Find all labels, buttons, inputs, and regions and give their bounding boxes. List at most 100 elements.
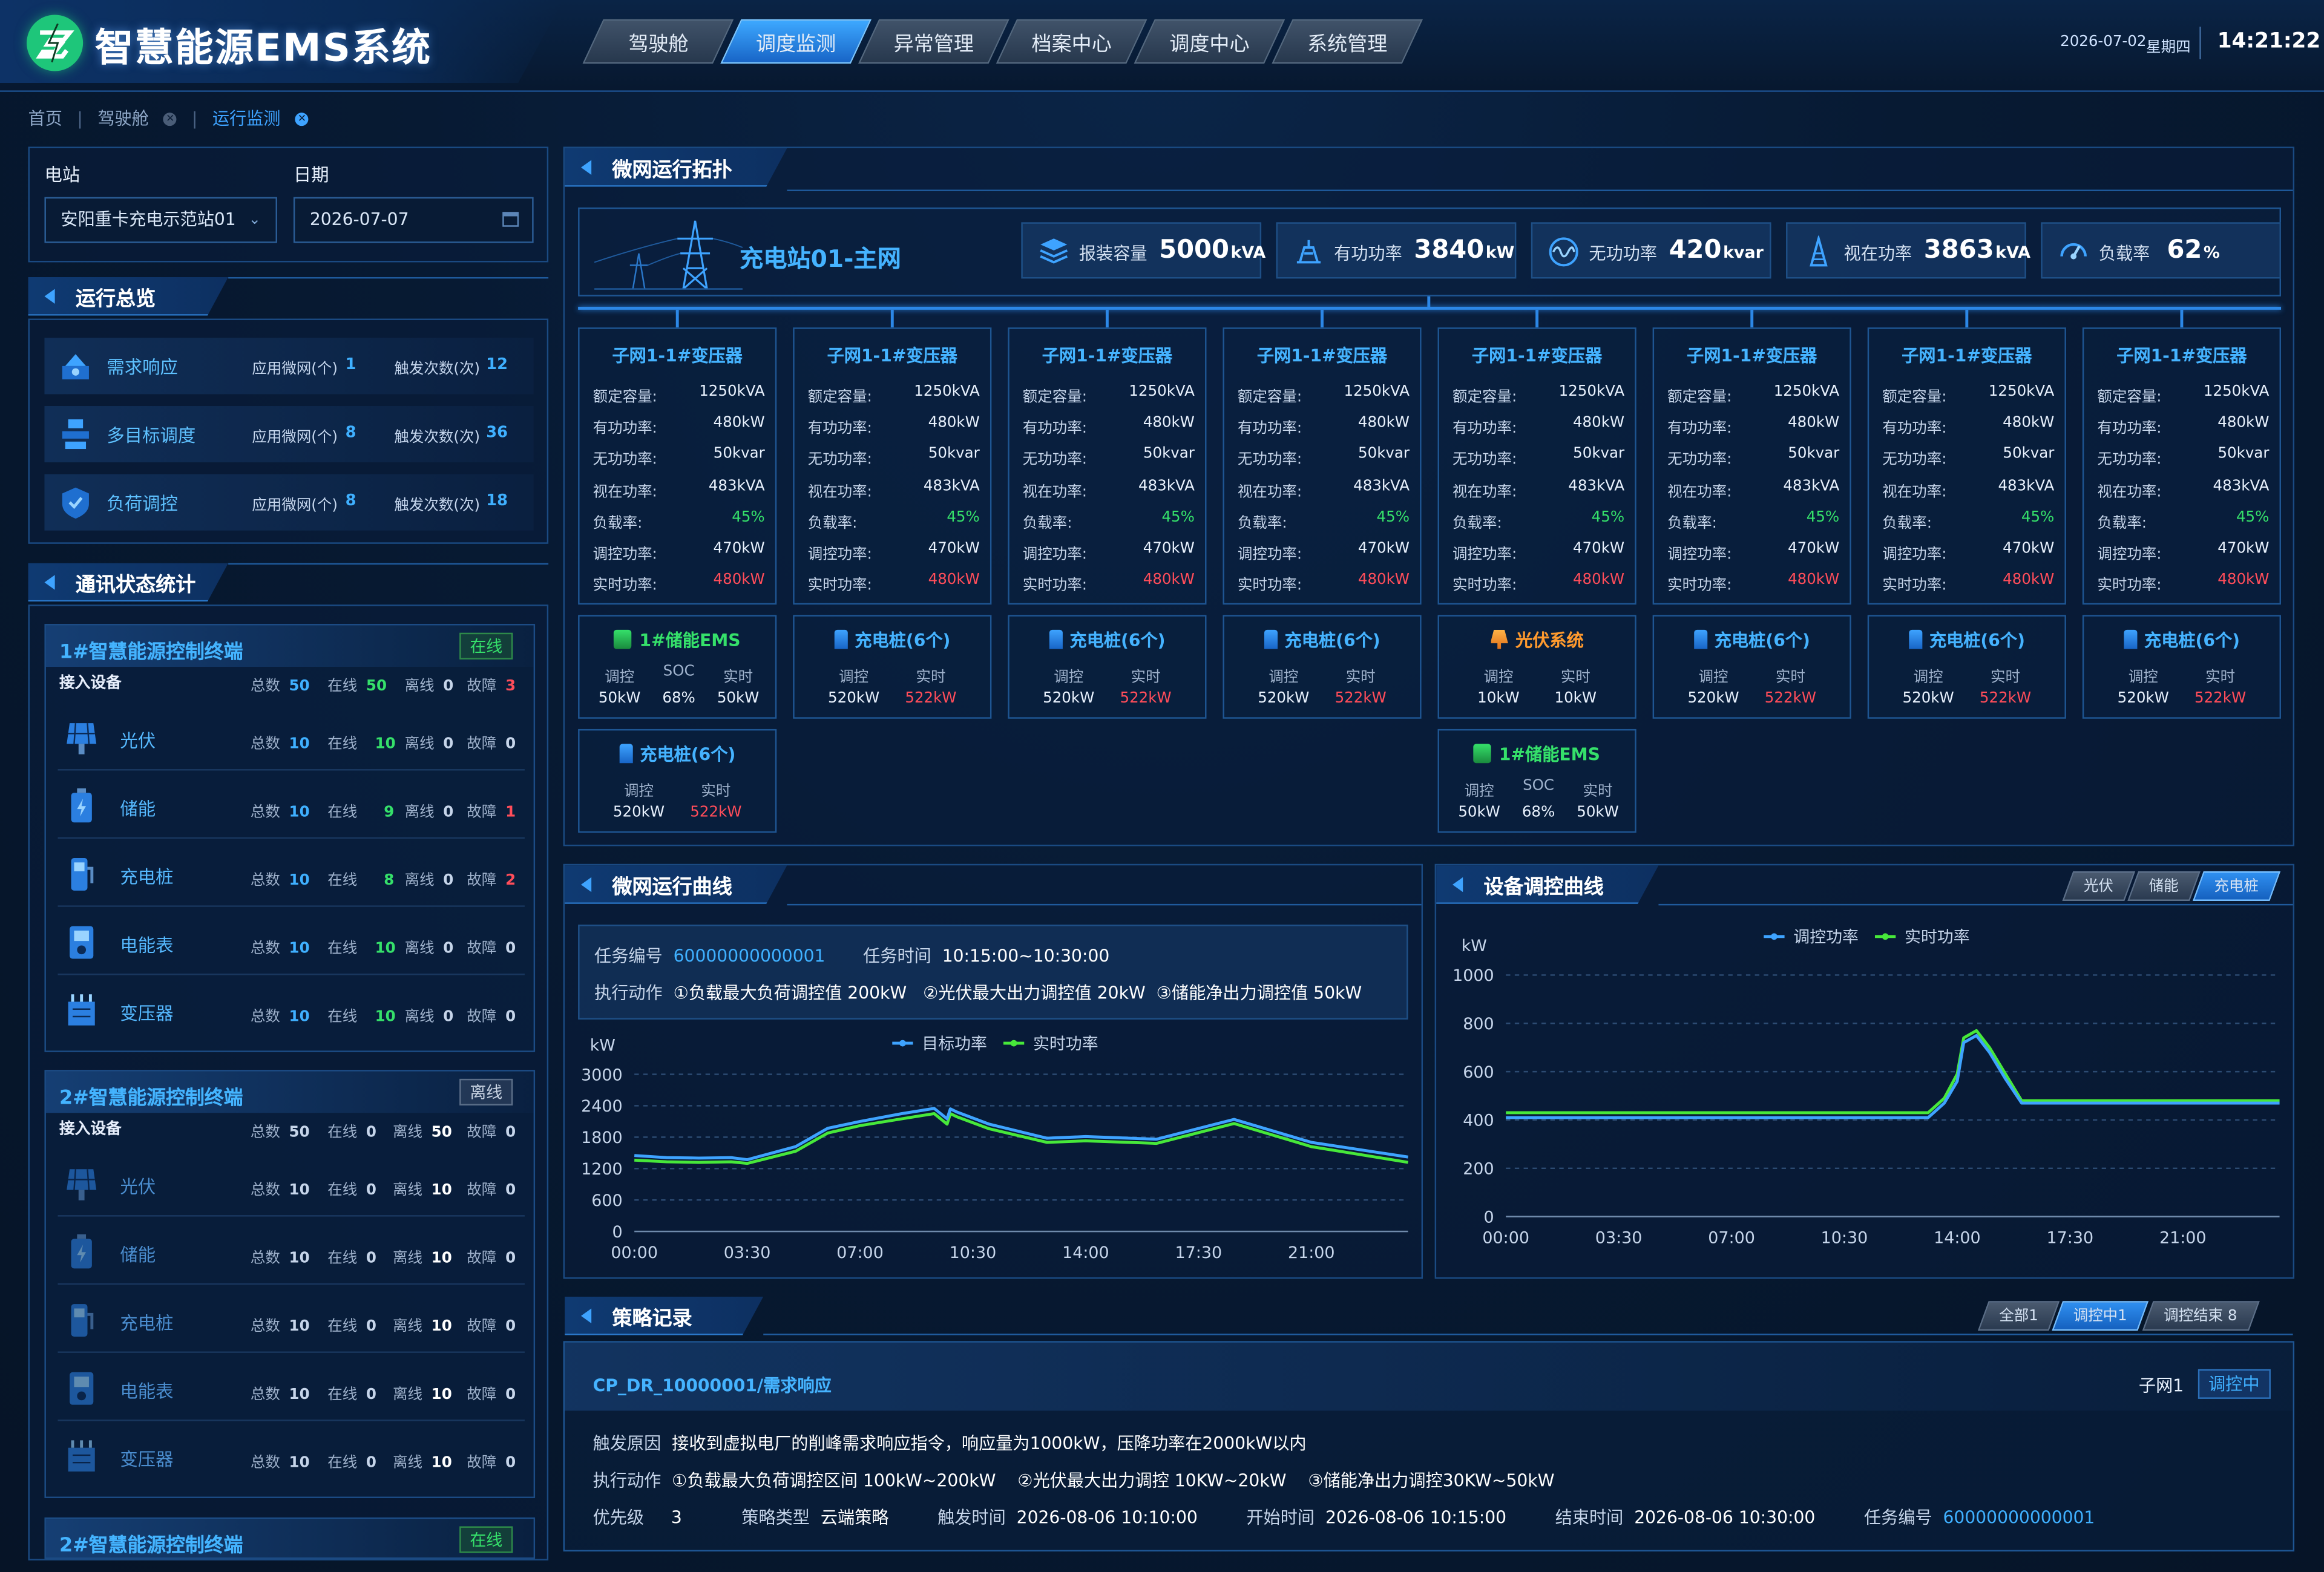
status-badge: 离线 bbox=[459, 1078, 513, 1105]
y-tick-label: 1200 bbox=[581, 1160, 623, 1179]
device-fault: 故障 0 bbox=[467, 1182, 516, 1199]
subgrid-card[interactable]: 子网1-1#变压器 额定容量: 1250kVA 有功功率: 480kW 无功功率: 50kv… bbox=[578, 327, 777, 605]
device-card-title: 光伏系统 bbox=[1439, 628, 1635, 652]
device-card[interactable]: 充电桩(6个) 调控 520kW 实时 522kW bbox=[1652, 615, 1851, 719]
nav-cockpit[interactable]: 驾驶舱 bbox=[582, 19, 734, 64]
overview-row-demand[interactable]: 需求响应 应用微网(个) 1 触发次数(次) 12 bbox=[44, 338, 534, 395]
device-card[interactable]: 充电桩(6个) 调控 520kW 实时 522kW bbox=[2082, 615, 2282, 719]
device-metric-label: 实时 bbox=[1131, 669, 1161, 686]
device-metric-value: 520kW bbox=[1043, 690, 1095, 707]
tab-in-control[interactable]: 调控中1 bbox=[2052, 1301, 2150, 1331]
top-header: 智慧能源EMS系统 驾驶舱 调度监测 异常管理 档案中心 调度中心 系统管理 2… bbox=[0, 0, 2324, 92]
date-picker[interactable]: 2026-07-07 bbox=[293, 197, 534, 243]
device-card[interactable]: 1#储能EMS 调控 50kW SOC 68% 实时 50kW bbox=[1437, 729, 1636, 833]
device-total: 总数 10 bbox=[250, 873, 310, 889]
device-metric-value: 520kW bbox=[2117, 690, 2169, 707]
task-row: 任务编号 60000000000001 任务时间 10:15:00~10:30:… bbox=[594, 945, 1110, 966]
charger-icon bbox=[834, 629, 848, 649]
station-select[interactable]: 安阳重卡充电示范站01 ⌄ bbox=[44, 197, 277, 243]
subgrid-title: 子网1-1#变压器 bbox=[1042, 345, 1173, 366]
device-fault: 故障 2 bbox=[467, 873, 516, 889]
x-tick-label: 17:30 bbox=[1175, 1243, 1223, 1262]
bus-connector bbox=[890, 309, 894, 328]
device-metric-value: 520kW bbox=[1258, 690, 1310, 707]
device-card-title: 1#储能EMS bbox=[1439, 742, 1635, 766]
close-icon[interactable]: ✕ bbox=[295, 111, 309, 125]
device-card[interactable]: 充电桩(6个) 调控 520kW 实时 522kW bbox=[1223, 615, 1422, 719]
strategy-meta: 优先级 3 策略类型 云端策略 触发时间 2026-08-06 10:10:00… bbox=[592, 1507, 2095, 1528]
main-grid-title: 充电站01-主网 bbox=[740, 244, 901, 273]
device-row: 光伏 总数 10 在线 0 离线 10 故障 0 bbox=[57, 1151, 525, 1217]
solar-panel-icon bbox=[67, 1169, 97, 1200]
strategy-header: 策略记录 bbox=[581, 1297, 692, 1335]
subgrid-card[interactable]: 子网1-1#变压器 额定容量: 1250kVA 有功功率: 480kW 无功功率: 50kv… bbox=[1867, 327, 2066, 605]
tab-storage[interactable]: 储能 bbox=[2127, 871, 2201, 901]
station-label: 电站 bbox=[44, 164, 80, 186]
device-metric-label: 实时 bbox=[1991, 669, 2020, 686]
strategy-record[interactable]: CP_DR_10000001/需求响应 子网1 调控中 触发原因 接收到虚拟电厂… bbox=[563, 1341, 2295, 1552]
device-offline: 离线 10 bbox=[392, 1182, 452, 1199]
device-card[interactable]: 充电桩(6个) 调控 520kW 实时 522kW bbox=[793, 615, 992, 719]
summary-total: 总数 50 bbox=[250, 1124, 310, 1141]
tab-all[interactable]: 全部1 bbox=[1977, 1301, 2061, 1331]
device-row: 电能表 总数 10 在线 0 离线 10 故障 0 bbox=[57, 1356, 525, 1421]
device-card[interactable]: 1#储能EMS 调控 50kW SOC 68% 实时 50kW bbox=[578, 615, 777, 719]
subgrid-card[interactable]: 子网1-1#变压器 额定容量: 1250kVA 有功功率: 480kW 无功功率: 50kv… bbox=[1437, 327, 1636, 605]
tab-control-ended[interactable]: 调控结束 8 bbox=[2142, 1301, 2259, 1331]
nav-system[interactable]: 系统管理 bbox=[1272, 19, 1423, 64]
series-line bbox=[634, 1107, 1408, 1162]
device-row: 电能表 总数 10 在线 10 离线 0 故障 0 bbox=[57, 910, 525, 975]
tab-pv[interactable]: 光伏 bbox=[2062, 871, 2136, 901]
device-metric-value: 520kW bbox=[612, 804, 665, 821]
charger-icon bbox=[71, 1304, 94, 1337]
bus-connector bbox=[675, 309, 679, 328]
subgrid-card[interactable]: 子网1-1#变压器 额定容量: 1250kVA 有功功率: 480kW 无功功率: 50kv… bbox=[1652, 327, 1851, 605]
device-card[interactable]: 充电桩(6个) 调控 520kW 实时 522kW bbox=[1008, 615, 1207, 719]
device-metric-label: 实时 bbox=[1583, 784, 1613, 801]
nav-archive[interactable]: 档案中心 bbox=[996, 19, 1147, 64]
subgrid-metric: 额定容量: 1250kVA bbox=[1022, 384, 1195, 407]
device-card[interactable]: 充电桩(6个) 调控 520kW 实时 522kW bbox=[578, 729, 777, 833]
kpi-capacity: 报装容量 5000 kVA bbox=[1021, 222, 1265, 279]
x-tick-label: 14:00 bbox=[1062, 1243, 1109, 1262]
subgrid-card[interactable]: 子网1-1#变压器 额定容量: 1250kVA 有功功率: 480kW 无功功率: 50kv… bbox=[1223, 327, 1422, 605]
device-card[interactable]: 光伏系统 调控 10kW 实时 10kW bbox=[1437, 615, 1636, 719]
terminal-title: 2#智慧能源控制终端 bbox=[59, 1535, 243, 1557]
overview-row-multi[interactable]: 多目标调度 应用微网(个) 8 触发次数(次) 36 bbox=[44, 406, 534, 463]
breadcrumb-monitor[interactable]: 运行监测 bbox=[212, 106, 281, 130]
triangle-icon bbox=[44, 575, 55, 590]
device-metric-value: 50kW bbox=[717, 690, 760, 707]
overview-header: 运行总览 bbox=[44, 277, 156, 316]
breadcrumb-cockpit[interactable]: 驾驶舱 bbox=[97, 106, 148, 130]
apparent-power-icon bbox=[1810, 235, 1828, 267]
breadcrumb-home[interactable]: 首页 bbox=[28, 106, 62, 130]
subgrid-metric: 负载率: 45% bbox=[1022, 509, 1195, 532]
subgrid-title: 子网1-1#变压器 bbox=[1256, 345, 1388, 366]
task-number-link: 60000000000001 bbox=[1943, 1507, 2095, 1528]
legend-label: 目标功率 bbox=[922, 1035, 987, 1053]
overview-row-load[interactable]: 负荷调控 应用微网(个) 8 触发次数(次) 18 bbox=[44, 474, 534, 531]
task-actions: 执行动作 ①负载最大负荷调控值 200kW ②光伏最大出力调控值 20kW ③储… bbox=[594, 982, 1362, 1003]
nav-exception[interactable]: 异常管理 bbox=[858, 19, 1009, 64]
nav-dispatch-center[interactable]: 调度中心 bbox=[1134, 19, 1285, 64]
device-metric-label: 调控 bbox=[624, 784, 654, 801]
device-metric-label: 调控 bbox=[1698, 669, 1728, 686]
triangle-icon bbox=[581, 160, 592, 175]
subgrid-metric: 调控功率: 470kW bbox=[1022, 540, 1195, 563]
breadcrumb-divider: | bbox=[77, 108, 83, 129]
close-icon[interactable]: ✕ bbox=[163, 111, 177, 125]
device-metric-label: 实时 bbox=[2205, 669, 2236, 686]
micro-curve-header-line bbox=[787, 903, 1422, 906]
y-tick-label: 0 bbox=[1483, 1208, 1494, 1226]
device-card[interactable]: 充电桩(6个) 调控 520kW 实时 522kW bbox=[1867, 615, 2066, 719]
bus-connector bbox=[1105, 309, 1109, 328]
device-metric-value: 522kW bbox=[2194, 690, 2247, 707]
subgrid-card[interactable]: 子网1-1#变压器 额定容量: 1250kVA 有功功率: 480kW 无功功率: 50kv… bbox=[793, 327, 992, 605]
nav-dispatch-monitor[interactable]: 调度监测 bbox=[720, 19, 872, 64]
subgrid-card[interactable]: 子网1-1#变压器 额定容量: 1250kVA 有功功率: 480kW 无功功率: 50kv… bbox=[2082, 327, 2282, 605]
subgrid-card[interactable]: 子网1-1#变压器 额定容量: 1250kVA 有功功率: 480kW 无功功率: 50kv… bbox=[1008, 327, 1207, 605]
breadcrumb: 首页 | 驾驶舱 ✕ | 运行监测 ✕ bbox=[28, 106, 324, 130]
tab-charger[interactable]: 充电桩 bbox=[2192, 871, 2281, 901]
y-tick-label: 1800 bbox=[581, 1128, 623, 1147]
main-grid-box[interactable]: 充电站01-主网 报装容量 5000 kVA 有功功率 3840 kW 无功功率 4… bbox=[578, 207, 2282, 296]
